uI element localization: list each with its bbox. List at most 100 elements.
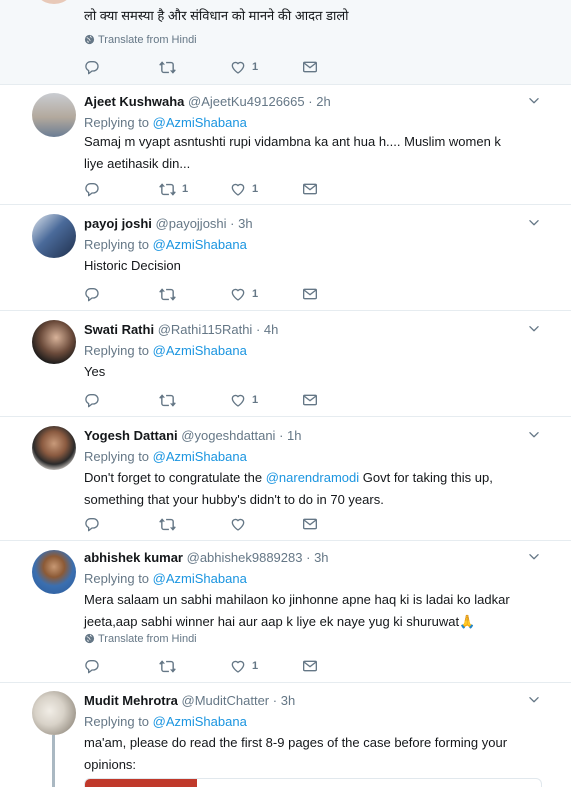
avatar[interactable]	[32, 0, 76, 4]
user-handle[interactable]: @MuditChatter	[182, 693, 270, 708]
envelope-icon	[302, 516, 318, 532]
globe-icon	[84, 633, 95, 644]
translate-link[interactable]: Translate from Hindi	[84, 34, 197, 46]
user-handle[interactable]: @AjeetKu49126665	[188, 94, 305, 109]
like-button[interactable]: 1	[230, 180, 258, 198]
tweet[interactable]: payoj joshi @payojjoshi · 3h Replying to…	[0, 205, 571, 311]
reply-button[interactable]	[84, 391, 100, 409]
display-name[interactable]: abhishek kumar	[84, 550, 183, 565]
replies-feed: लो क्या समस्या है और संविधान को मानने की…	[0, 0, 571, 787]
user-handle[interactable]: @abhishek9889283	[187, 550, 303, 565]
user-handle[interactable]: @yogeshdattani	[181, 428, 275, 443]
dm-button[interactable]	[302, 58, 318, 76]
reply-button[interactable]	[84, 180, 100, 198]
dm-button[interactable]	[302, 180, 318, 198]
heart-icon	[230, 392, 246, 408]
translate-link[interactable]: Translate from Hindi	[84, 633, 197, 645]
tweet-top[interactable]: लो क्या समस्या है और संविधान को मानने की…	[0, 0, 571, 85]
tweet-text: Historic Decision	[84, 258, 181, 273]
retweet-icon	[159, 286, 176, 303]
timestamp[interactable]: 3h	[314, 550, 328, 565]
reply-button[interactable]	[84, 657, 100, 675]
chevron-down-icon[interactable]	[527, 322, 541, 336]
display-name[interactable]: Swati Rathi	[84, 322, 154, 337]
chevron-down-icon[interactable]	[527, 428, 541, 442]
tweet[interactable]: Ajeet Kushwaha @AjeetKu49126665 · 2h Rep…	[0, 85, 571, 205]
retweet-icon	[159, 181, 176, 198]
like-button[interactable]: 1	[230, 285, 258, 303]
avatar[interactable]	[32, 426, 76, 470]
timestamp[interactable]: 3h	[238, 216, 252, 231]
display-name[interactable]: payoj joshi	[84, 216, 152, 231]
avatar[interactable]	[32, 320, 76, 364]
link-preview-card[interactable]	[84, 778, 542, 787]
timestamp[interactable]: 3h	[281, 693, 295, 708]
dm-button[interactable]	[302, 515, 318, 533]
retweet-button[interactable]	[159, 515, 176, 533]
replying-to-link[interactable]: @AzmiShabana	[153, 714, 247, 729]
dm-button[interactable]	[302, 657, 318, 675]
retweet-button[interactable]	[159, 58, 176, 76]
user-handle[interactable]: @Rathi115Rathi	[158, 322, 253, 337]
reply-icon	[84, 181, 100, 197]
tweet-text: लो क्या समस्या है और संविधान को मानने की…	[84, 8, 349, 23]
reply-icon	[84, 59, 100, 75]
tweet[interactable]: Swati Rathi @Rathi115Rathi · 4h Replying…	[0, 311, 571, 417]
reply-button[interactable]	[84, 58, 100, 76]
display-name[interactable]: Ajeet Kushwaha	[84, 94, 184, 109]
chevron-down-icon[interactable]	[527, 550, 541, 564]
reply-button[interactable]	[84, 515, 100, 533]
like-button[interactable]: 1	[230, 391, 258, 409]
tweet[interactable]: Mudit Mehrotra @MuditChatter · 3h Replyi…	[0, 683, 571, 787]
dm-button[interactable]	[302, 285, 318, 303]
tweet[interactable]: abhishek kumar @abhishek9889283 · 3h Rep…	[0, 541, 571, 683]
reply-button[interactable]	[84, 285, 100, 303]
reply-icon	[84, 286, 100, 302]
retweet-button[interactable]	[159, 285, 176, 303]
replying-to: Replying to @AzmiShabana	[84, 237, 247, 252]
like-count: 1	[252, 61, 259, 73]
tweet-text: Mera salaam un sabhi mahilaon ko jinhonn…	[84, 592, 510, 629]
replying-to-link[interactable]: @AzmiShabana	[153, 343, 247, 358]
avatar[interactable]	[32, 691, 76, 735]
retweet-icon	[159, 59, 176, 76]
chevron-down-icon[interactable]	[527, 216, 541, 230]
retweet-icon	[159, 658, 176, 675]
like-button[interactable]	[230, 515, 246, 533]
display-name[interactable]: Yogesh Dattani	[84, 428, 178, 443]
replying-to-link[interactable]: @AzmiShabana	[153, 571, 247, 586]
dm-button[interactable]	[302, 391, 318, 409]
avatar[interactable]	[32, 550, 76, 594]
heart-icon	[230, 516, 246, 532]
replying-to-label: Replying to	[84, 449, 150, 464]
replying-to-link[interactable]: @AzmiShabana	[153, 237, 247, 252]
envelope-icon	[302, 59, 318, 75]
chevron-down-icon[interactable]	[527, 94, 541, 108]
like-button[interactable]: 1	[230, 657, 258, 675]
separator-dot: ·	[306, 550, 311, 565]
display-name[interactable]: Mudit Mehrotra	[84, 693, 178, 708]
like-button[interactable]: 1	[230, 58, 258, 76]
timestamp[interactable]: 1h	[287, 428, 301, 443]
thread-line	[52, 735, 55, 787]
tweet-header: Ajeet Kushwaha @AjeetKu49126665 · 2h	[84, 94, 331, 109]
timestamp[interactable]: 4h	[264, 322, 278, 337]
timestamp[interactable]: 2h	[316, 94, 330, 109]
mention-link[interactable]: @narendramodi	[266, 470, 359, 485]
retweet-button[interactable]	[159, 657, 176, 675]
retweet-button[interactable]: 1	[159, 180, 188, 198]
chevron-down-icon[interactable]	[527, 693, 541, 707]
tweet-actions: 1	[84, 58, 344, 76]
link-preview-image	[85, 779, 197, 787]
replying-to-label: Replying to	[84, 115, 150, 130]
avatar[interactable]	[32, 214, 76, 258]
avatar[interactable]	[32, 93, 76, 137]
tweet[interactable]: Yogesh Dattani @yogeshdattani · 1h Reply…	[0, 417, 571, 541]
replying-to-link[interactable]: @AzmiShabana	[153, 115, 247, 130]
retweet-count: 1	[182, 183, 189, 195]
retweet-button[interactable]	[159, 391, 176, 409]
user-handle[interactable]: @payojjoshi	[156, 216, 227, 231]
like-count: 1	[252, 183, 259, 195]
like-count: 1	[252, 288, 259, 300]
replying-to-link[interactable]: @AzmiShabana	[153, 449, 247, 464]
